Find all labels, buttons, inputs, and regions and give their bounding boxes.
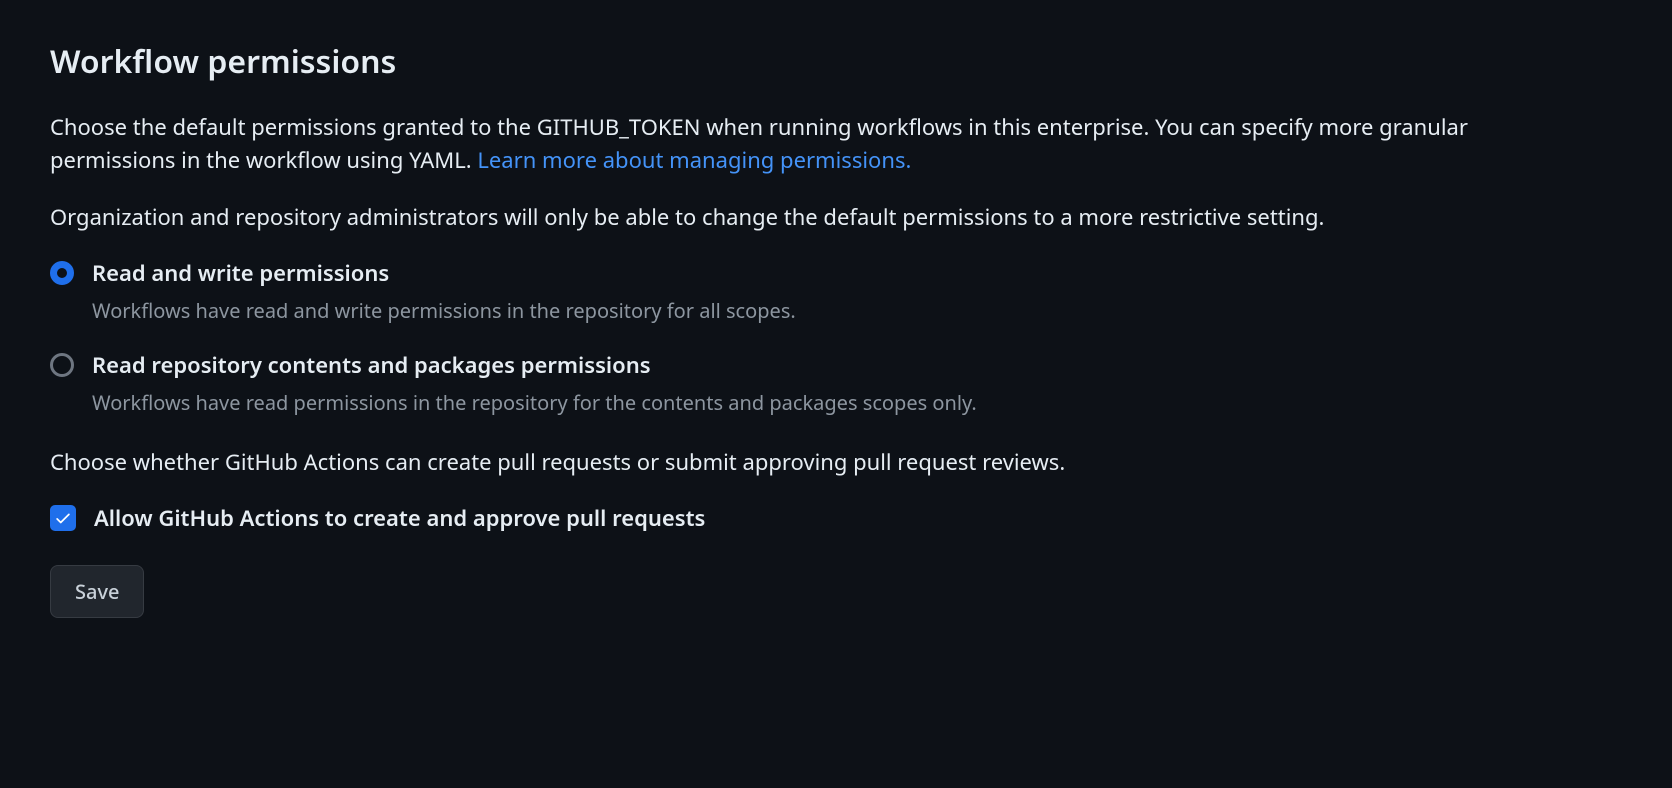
radio-description-read-only: Workflows have read permissions in the r… xyxy=(92,388,1622,418)
checkbox-control-allow-pr[interactable] xyxy=(50,505,76,531)
check-icon xyxy=(54,509,72,527)
learn-more-link[interactable]: Learn more about managing permissions. xyxy=(477,145,911,175)
radio-description-read-write: Workflows have read and write permission… xyxy=(92,296,1622,326)
description-paragraph-1: Choose the default permissions granted t… xyxy=(50,111,1570,177)
radio-control-read-only[interactable] xyxy=(50,353,74,377)
checkbox-label-allow-pr: Allow GitHub Actions to create and appro… xyxy=(94,503,705,533)
radio-option-read-only[interactable]: Read repository contents and packages pe… xyxy=(50,350,1622,418)
save-button[interactable]: Save xyxy=(50,565,144,618)
radio-option-read-write[interactable]: Read and write permissions Workflows hav… xyxy=(50,258,1622,326)
radio-label-read-only: Read repository contents and packages pe… xyxy=(92,350,1622,380)
description-paragraph-2: Organization and repository administrato… xyxy=(50,201,1570,234)
description-paragraph-3: Choose whether GitHub Actions can create… xyxy=(50,446,1570,479)
permissions-radio-group: Read and write permissions Workflows hav… xyxy=(50,258,1622,418)
section-heading: Workflow permissions xyxy=(50,40,1622,83)
checkbox-allow-pr[interactable]: Allow GitHub Actions to create and appro… xyxy=(50,503,1622,533)
radio-content-read-only: Read repository contents and packages pe… xyxy=(92,350,1622,418)
radio-content-read-write: Read and write permissions Workflows hav… xyxy=(92,258,1622,326)
radio-control-read-write[interactable] xyxy=(50,261,74,285)
radio-label-read-write: Read and write permissions xyxy=(92,258,1622,288)
